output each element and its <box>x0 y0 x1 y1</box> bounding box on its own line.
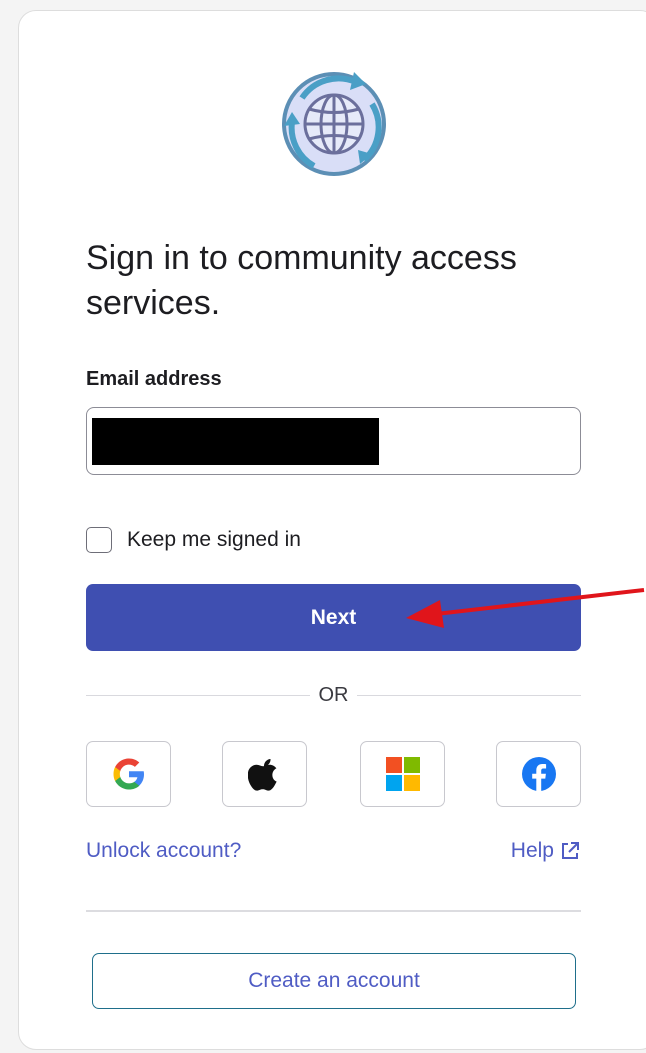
help-link[interactable]: Help <box>511 839 580 863</box>
apple-icon <box>247 759 277 791</box>
footer-divider <box>86 910 581 912</box>
page-title: Sign in to community access services. <box>86 239 517 322</box>
external-link-icon <box>562 842 579 859</box>
unlock-account-link[interactable]: Unlock account? <box>86 839 241 863</box>
page: Sign in to community access services. Em… <box>0 0 646 1053</box>
or-divider: OR <box>86 682 581 708</box>
google-icon <box>113 758 144 790</box>
facebook-sign-in-button[interactable] <box>496 741 581 807</box>
keep-signed-in-label: Keep me signed in <box>127 528 301 551</box>
redacted-email-overlay <box>92 418 379 465</box>
google-sign-in-button[interactable] <box>86 741 171 807</box>
create-account-button[interactable]: Create an account <box>92 953 576 1009</box>
email-label: Email address <box>86 368 222 390</box>
keep-signed-in-row[interactable]: Keep me signed in <box>86 526 301 554</box>
globe-logo-icon <box>282 72 386 176</box>
red-annotation-arrow-icon <box>406 588 645 628</box>
help-link-label: Help <box>510 839 554 862</box>
or-line-right <box>357 695 581 696</box>
microsoft-sign-in-button[interactable] <box>360 741 445 807</box>
facebook-icon <box>521 757 556 791</box>
keep-signed-in-checkbox[interactable] <box>86 527 112 553</box>
apple-sign-in-button[interactable] <box>222 741 307 807</box>
microsoft-icon <box>385 757 420 791</box>
